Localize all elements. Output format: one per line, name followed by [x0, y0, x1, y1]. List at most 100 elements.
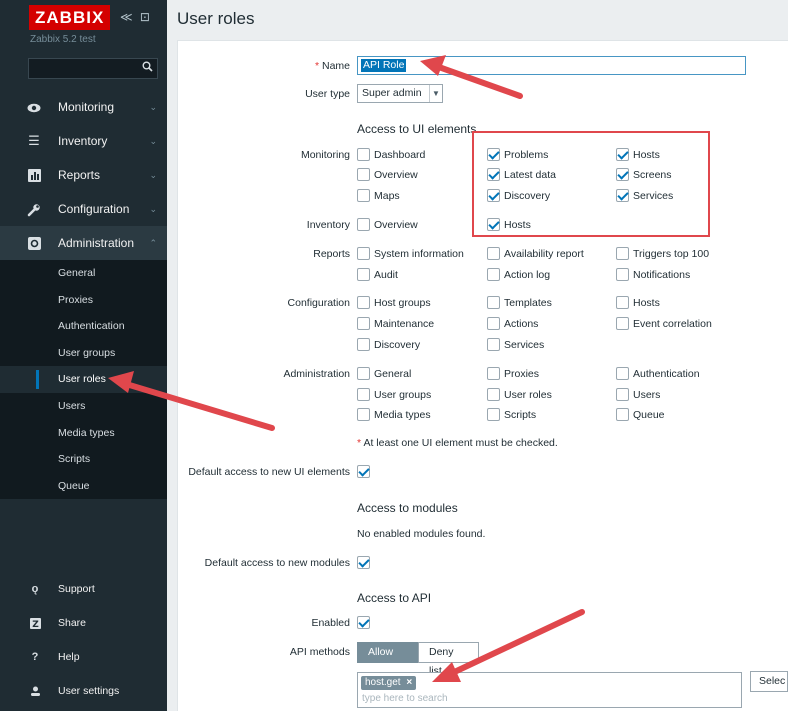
checkbox-default-ui-access[interactable]: [357, 465, 370, 478]
checkbox-label: Scripts: [504, 409, 537, 421]
user-type-select[interactable]: Super admin ▼: [357, 84, 443, 103]
checkbox-configuration-services[interactable]: [487, 338, 500, 351]
menu-configuration[interactable]: Configuration ⌄: [0, 192, 167, 226]
api-enabled-label: Enabled: [311, 617, 350, 629]
submenu-queue[interactable]: Queue: [0, 473, 167, 500]
required-marker: *: [357, 437, 362, 449]
checkbox-administration-authentication[interactable]: [616, 367, 629, 380]
checkbox-reports-system-information[interactable]: [357, 247, 370, 260]
checkbox-label: Discovery: [374, 339, 421, 351]
menu-inventory[interactable]: ☰ Inventory ⌄: [0, 124, 167, 158]
menu-help[interactable]: ? Help: [0, 640, 167, 674]
checkbox-label: Hosts: [633, 297, 660, 309]
checkbox-administration-scripts[interactable]: [487, 408, 500, 421]
checkbox-label: Templates: [504, 297, 552, 309]
allow-list-toggle[interactable]: Allow list: [357, 642, 418, 677]
checkbox-label: User roles: [504, 389, 552, 401]
checkbox-label: Notifications: [633, 269, 691, 281]
administration-submenu: General Proxies Authentication User grou…: [0, 260, 167, 500]
eye-icon: [26, 90, 42, 124]
checkbox-administration-media-types[interactable]: [357, 408, 370, 421]
main-menu: Monitoring ⌄ ☰ Inventory ⌄ Reports ⌄ Con…: [0, 90, 167, 500]
menu-reports[interactable]: Reports ⌄: [0, 158, 167, 192]
submenu-user-groups[interactable]: User groups: [0, 340, 167, 367]
checkbox-administration-general[interactable]: [357, 367, 370, 380]
api-methods-search-placeholder[interactable]: type here to search: [362, 693, 448, 704]
checkbox-label: Maintenance: [374, 318, 435, 330]
sidebar-search-input[interactable]: [28, 58, 158, 79]
submenu-scripts[interactable]: Scripts: [0, 446, 167, 473]
checkbox-inventory-overview[interactable]: [357, 218, 370, 231]
checkbox-label: Event correlation: [633, 318, 712, 330]
submenu-user-roles[interactable]: User roles: [0, 366, 167, 393]
checkbox-monitoring-maps[interactable]: [357, 189, 370, 202]
submenu-media-types[interactable]: Media types: [0, 420, 167, 447]
required-marker: *: [314, 60, 320, 72]
wrench-icon: [26, 192, 42, 226]
checkbox-administration-user-groups[interactable]: [357, 388, 370, 401]
search-icon[interactable]: [142, 61, 153, 75]
checkbox-reports-notifications[interactable]: [616, 268, 629, 281]
checkbox-label: Proxies: [504, 368, 540, 380]
access-ui-heading: Access to UI elements: [357, 122, 477, 136]
inventory-group-label: Inventory: [306, 219, 350, 231]
checkbox-monitoring-dashboard[interactable]: [357, 148, 370, 161]
checkbox-label: Users: [633, 389, 661, 401]
annotation-highlight-box: [472, 131, 710, 237]
remove-tag-icon[interactable]: ×: [406, 677, 412, 688]
select-api-methods-button[interactable]: Selec: [750, 671, 788, 692]
checkbox-reports-audit[interactable]: [357, 268, 370, 281]
checkbox-reports-action-log[interactable]: [487, 268, 500, 281]
menu-administration[interactable]: Administration ⌃: [0, 226, 167, 260]
sidebar-collapse-controls[interactable]: ≪ ⊡: [120, 10, 152, 24]
menu-support[interactable]: ǫ Support: [0, 572, 167, 606]
menu-label: User settings: [58, 685, 120, 697]
api-methods-label: API methods: [289, 646, 350, 658]
checkbox-label: Queue: [633, 409, 665, 421]
checkbox-configuration-discovery[interactable]: [357, 338, 370, 351]
chevron-down-icon: ⌄: [149, 170, 157, 180]
checkbox-configuration-host-groups[interactable]: [357, 296, 370, 309]
checkbox-reports-availability-report[interactable]: [487, 247, 500, 260]
checkbox-configuration-maintenance[interactable]: [357, 317, 370, 330]
checkbox-label: System information: [374, 248, 464, 260]
zabbix-logo[interactable]: ZABBIX: [29, 5, 111, 30]
menu-label: Support: [58, 583, 95, 595]
administration-group-label: Administration: [283, 368, 350, 380]
menu-label: Configuration: [58, 202, 130, 216]
checkbox-configuration-actions[interactable]: [487, 317, 500, 330]
checkbox-administration-users[interactable]: [616, 388, 629, 401]
checkbox-label: Triggers top 100: [633, 248, 710, 260]
checkbox-reports-triggers-top-100[interactable]: [616, 247, 629, 260]
checkbox-administration-proxies[interactable]: [487, 367, 500, 380]
submenu-authentication[interactable]: Authentication: [0, 313, 167, 340]
checkbox-default-modules-access[interactable]: [357, 556, 370, 569]
checkbox-configuration-event-correlation[interactable]: [616, 317, 629, 330]
checkbox-administration-user-roles[interactable]: [487, 388, 500, 401]
menu-share[interactable]: Z Share: [0, 606, 167, 640]
name-field[interactable]: API Role: [357, 56, 746, 75]
menu-monitoring[interactable]: Monitoring ⌄: [0, 90, 167, 124]
checkbox-monitoring-overview[interactable]: [357, 168, 370, 181]
checkbox-api-enabled[interactable]: [357, 616, 370, 629]
submenu-proxies[interactable]: Proxies: [0, 287, 167, 314]
user-icon: [28, 674, 42, 708]
api-method-tag: host.get ×: [361, 676, 417, 690]
checkbox-label: Audit: [374, 269, 398, 281]
submenu-users[interactable]: Users: [0, 393, 167, 420]
chevron-up-icon: ⌃: [149, 238, 157, 248]
submenu-general[interactable]: General: [0, 260, 167, 287]
checkbox-configuration-templates[interactable]: [487, 296, 500, 309]
checkbox-administration-queue[interactable]: [616, 408, 629, 421]
chevron-down-icon: ⌄: [149, 204, 157, 214]
page-title: User roles: [177, 9, 255, 28]
checkbox-label: Authentication: [633, 368, 700, 380]
checkbox-configuration-hosts[interactable]: [616, 296, 629, 309]
gear-icon: [26, 226, 42, 260]
api-method-tag-label: host.get: [365, 677, 401, 688]
deny-list-toggle[interactable]: Deny list: [418, 642, 479, 677]
api-methods-multiselect[interactable]: host.get × type here to search: [357, 672, 742, 708]
menu-label: Reports: [58, 168, 101, 182]
menu-user-settings[interactable]: User settings: [0, 674, 167, 708]
ui-elements-note: * At least one UI element must be checke…: [357, 437, 558, 449]
